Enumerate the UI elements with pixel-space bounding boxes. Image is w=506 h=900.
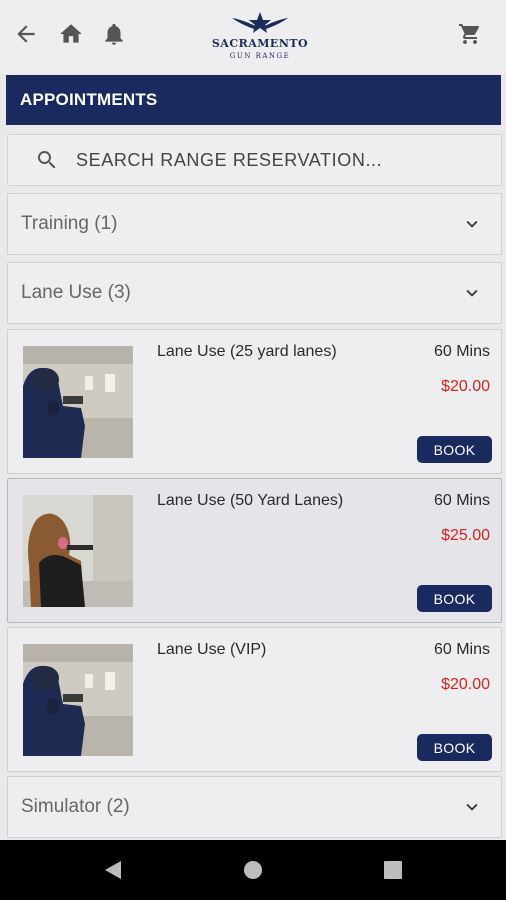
chevron-down-icon: [461, 796, 483, 818]
app-toolbar: SACRAMENTO GUN RANGE: [0, 0, 506, 74]
product-duration: 60 Mins: [433, 492, 490, 509]
product-name: Lane Use (VIP): [157, 641, 267, 658]
product-duration: 60 Mins: [433, 641, 490, 658]
cart-icon[interactable]: [454, 18, 486, 50]
product-image: [23, 644, 133, 756]
chevron-down-icon: [461, 213, 483, 235]
book-button[interactable]: BOOK: [417, 585, 492, 612]
category-label: Training (1): [21, 213, 118, 234]
search-placeholder: SEARCH RANGE RESERVATION...: [76, 149, 383, 170]
product-card-25-yard[interactable]: Lane Use (25 yard lanes) 60 Mins $20.00 …: [7, 329, 502, 474]
logo-subtitle: GUN RANGE: [229, 52, 291, 60]
nav-recents-icon[interactable]: [381, 858, 405, 882]
product-price: $20.00: [441, 378, 490, 395]
product-image: [23, 495, 133, 607]
bell-icon[interactable]: [98, 18, 130, 50]
brand-logo[interactable]: SACRAMENTO GUN RANGE: [200, 10, 320, 66]
category-label: Lane Use (3): [21, 282, 131, 303]
product-name: Lane Use (25 yard lanes): [157, 343, 337, 360]
appointments-header: APPOINTMENTS: [6, 75, 501, 125]
system-navigation-bar: [0, 840, 506, 900]
search-input[interactable]: SEARCH RANGE RESERVATION...: [7, 134, 502, 186]
page-title: APPOINTMENTS: [20, 90, 158, 109]
nav-back-icon[interactable]: [101, 858, 125, 882]
home-icon[interactable]: [55, 18, 87, 50]
product-name: Lane Use (50 Yard Lanes): [157, 492, 344, 509]
arrow-left-icon[interactable]: [10, 18, 42, 50]
star-wings-icon: [232, 12, 288, 33]
category-lane-use[interactable]: Lane Use (3): [7, 262, 502, 324]
logo-name: SACRAMENTO: [211, 37, 309, 50]
category-simulator[interactable]: Simulator (2): [7, 776, 502, 838]
product-card-50-yard[interactable]: Lane Use (50 Yard Lanes) 60 Mins $25.00 …: [7, 478, 502, 623]
product-card-vip[interactable]: Lane Use (VIP) 60 Mins $20.00 BOOK: [7, 627, 502, 772]
nav-home-icon[interactable]: [241, 858, 265, 882]
product-duration: 60 Mins: [433, 343, 490, 360]
category-training[interactable]: Training (1): [7, 193, 502, 255]
book-button[interactable]: BOOK: [417, 734, 492, 761]
category-label: Simulator (2): [21, 796, 130, 817]
product-image: [23, 346, 133, 458]
chevron-down-icon: [461, 282, 483, 304]
book-button[interactable]: BOOK: [417, 436, 492, 463]
product-price: $25.00: [441, 527, 490, 544]
search-icon: [34, 147, 60, 173]
product-price: $20.00: [441, 676, 490, 693]
